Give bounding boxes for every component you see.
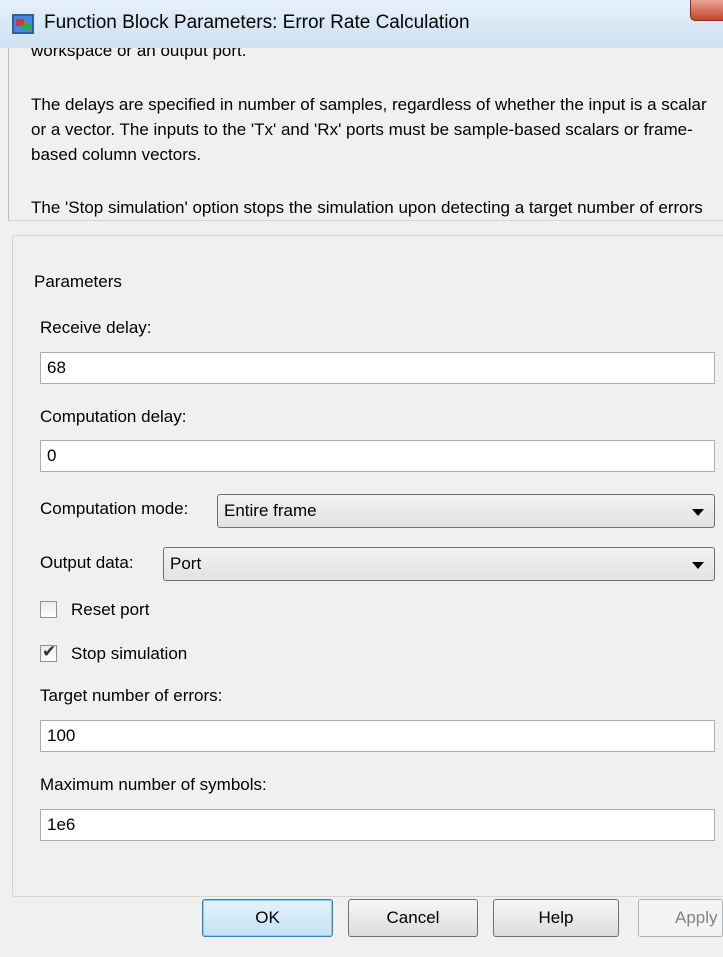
ok-button[interactable]: OK	[202, 899, 333, 937]
reset-port-label[interactable]: Reset port	[71, 600, 149, 620]
description-text: workspace or an output port.	[31, 48, 247, 60]
computation-delay-label: Computation delay:	[40, 407, 187, 426]
output-data-value: Port	[170, 554, 202, 573]
close-button[interactable]	[690, 0, 723, 21]
apply-button[interactable]: Apply	[638, 899, 723, 937]
target-errors-label: Target number of errors:	[40, 686, 223, 705]
receive-delay-label: Receive delay:	[40, 318, 152, 337]
reset-port-checkbox[interactable]	[40, 601, 57, 618]
description-text: The delays are specified in number of sa…	[31, 95, 707, 164]
receive-delay-input[interactable]: 68	[40, 352, 715, 384]
checkmark-icon: ✔	[42, 642, 57, 661]
stop-simulation-checkbox[interactable]: ✔	[40, 642, 57, 662]
max-symbols-label: Maximum number of symbols:	[40, 775, 267, 794]
output-data-dropdown[interactable]: Port	[163, 547, 715, 581]
description-panel[interactable]: workspace or an output port. The delays …	[8, 48, 723, 221]
computation-mode-label: Computation mode:	[40, 499, 189, 518]
computation-mode-value: Entire frame	[224, 501, 317, 520]
computation-delay-input[interactable]: 0	[40, 440, 715, 472]
chevron-down-icon	[692, 509, 704, 516]
parameters-group-label: Parameters	[30, 272, 126, 292]
help-button[interactable]: Help	[493, 899, 619, 937]
chevron-down-icon	[692, 562, 704, 569]
cancel-button[interactable]: Cancel	[348, 899, 478, 937]
title-bar[interactable]: Function Block Parameters: Error Rate Ca…	[0, 0, 723, 48]
target-errors-input[interactable]: 100	[40, 720, 715, 752]
simulink-block-icon	[12, 14, 34, 34]
description-text: The 'Stop simulation' option stops the s…	[31, 198, 703, 217]
stop-simulation-label[interactable]: Stop simulation	[71, 644, 187, 664]
output-data-label: Output data:	[40, 553, 134, 572]
computation-mode-dropdown[interactable]: Entire frame	[217, 494, 715, 528]
window-title: Function Block Parameters: Error Rate Ca…	[44, 12, 470, 33]
max-symbols-input[interactable]: 1e6	[40, 809, 715, 841]
